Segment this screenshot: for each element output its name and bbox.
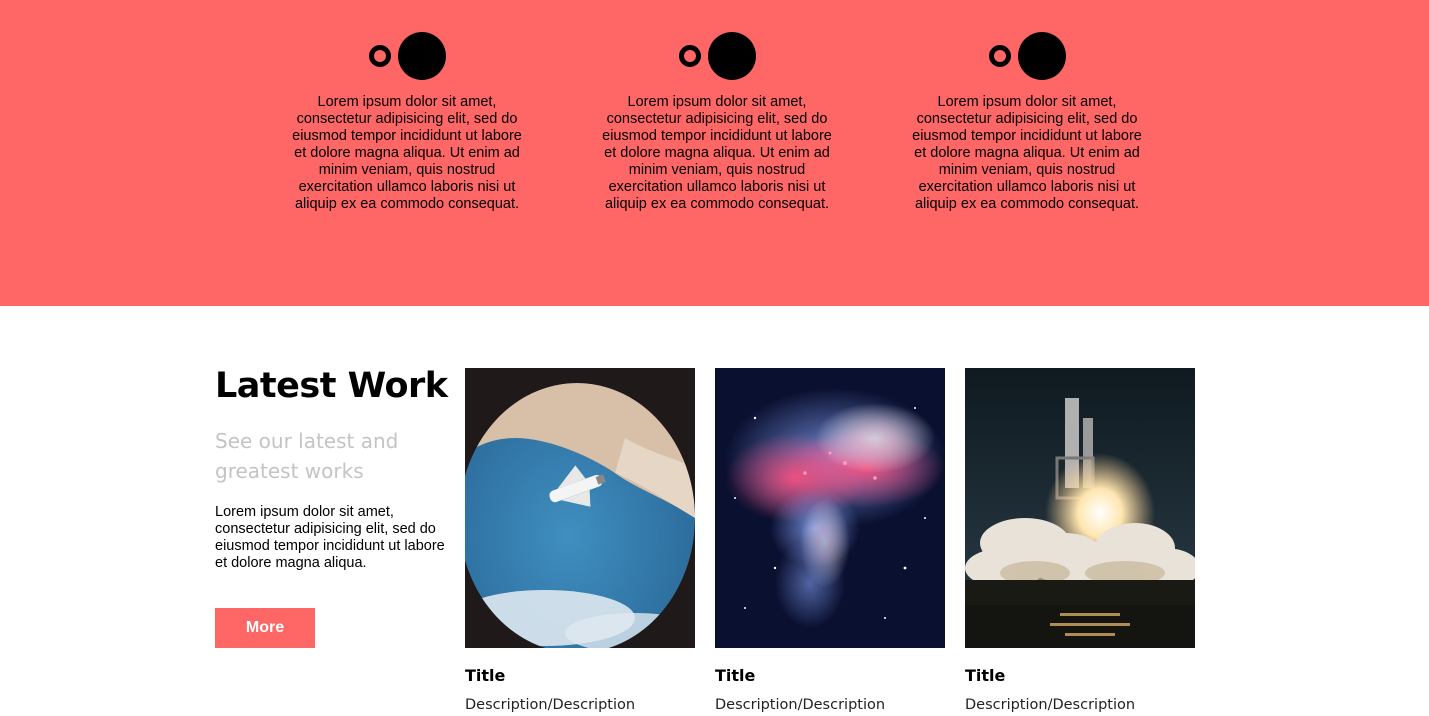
galaxy-thumbnail[interactable] [715,368,945,648]
more-button[interactable]: More [215,608,315,648]
card-description: Description/Description [465,697,636,713]
section-body-text: Lorem ipsum dolor sit amet, consectetur … [215,504,445,571]
section-heading: Latest Work [215,366,448,406]
shuttle-earth-thumbnail[interactable] [465,368,695,648]
card-title[interactable]: Title [965,666,1195,686]
dot-icon [1017,32,1066,80]
feature-text: Lorem ipsum dolor sit amet, consectetur … [912,94,1142,212]
ring-icon [368,45,391,67]
ring-icon [988,45,1011,67]
circles-icon [907,32,1147,80]
circles-icon [597,32,837,80]
card-title[interactable]: Title [715,666,945,686]
ring-icon [678,45,701,67]
work-card[interactable]: Title Description/Description [465,368,695,714]
card-description: Description/Description [965,697,1136,713]
latest-work-section: Latest Work See our latest and greatest … [0,306,1429,716]
features-section: Lorem ipsum dolor sit amet, consectetur … [0,0,1429,306]
feature-item: Lorem ipsum dolor sit amet, consectetur … [597,32,837,213]
feature-text: Lorem ipsum dolor sit amet, consectetur … [602,94,832,212]
dot-icon [707,32,756,80]
dot-icon [397,32,446,80]
work-card[interactable]: Title Description/Description [715,368,945,714]
feature-text: Lorem ipsum dolor sit amet, consectetur … [292,94,522,212]
work-card[interactable]: Title Description/Description [965,368,1195,714]
rocket-launch-thumbnail[interactable] [965,368,1195,648]
circles-icon [287,32,527,80]
card-description: Description/Description [715,697,886,713]
feature-item: Lorem ipsum dolor sit amet, consectetur … [907,32,1147,213]
section-subheading: See our latest and greatest works [215,429,399,483]
card-title[interactable]: Title [465,666,695,686]
feature-item: Lorem ipsum dolor sit amet, consectetur … [287,32,527,213]
latest-work-intro: Latest Work See our latest and greatest … [215,364,450,572]
